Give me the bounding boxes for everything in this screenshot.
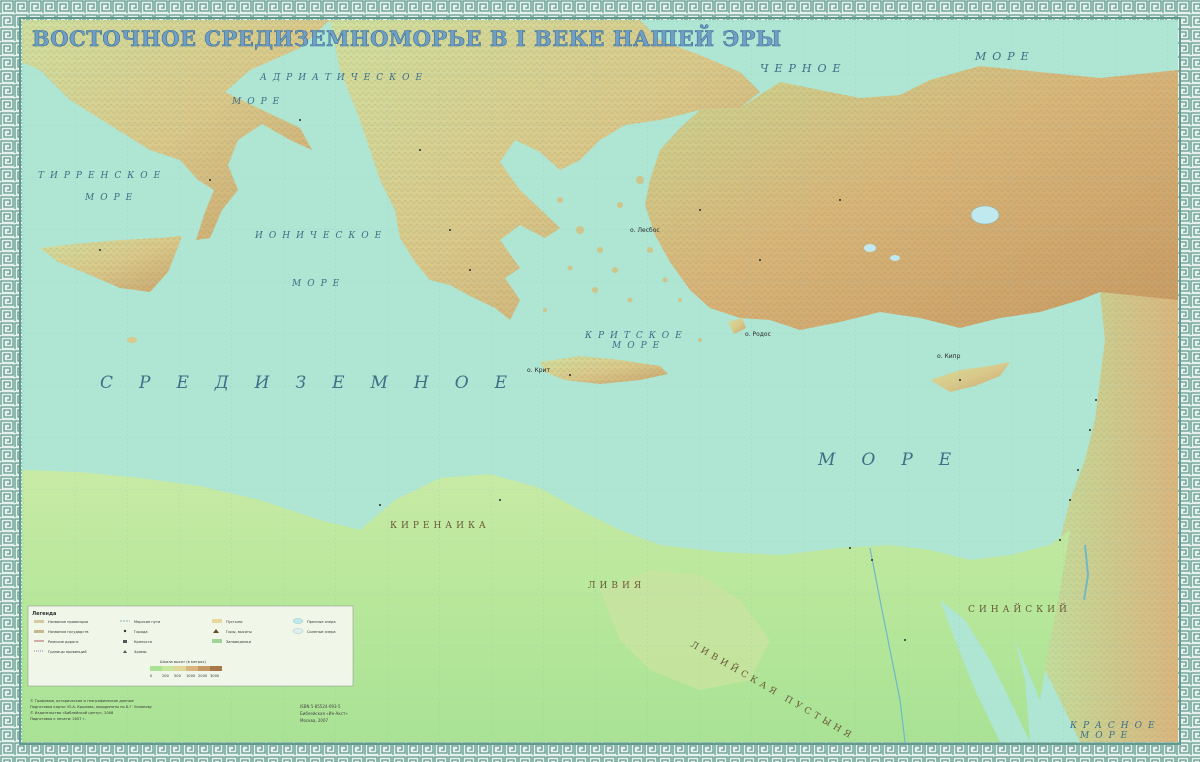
legend-item: Храмы — [134, 650, 147, 654]
credit-line: © Трофимов, исторические и географически… — [30, 699, 134, 703]
black-sea-label-more: МОРЕ — [974, 50, 1035, 63]
publisher-line: ISBN 5-85524-093-5 — [300, 704, 341, 709]
ionian-sea-label: ИОНИЧЕСКОЕ — [254, 231, 387, 241]
adriatic-sea-label: АДРИАТИЧЕСКОЕ — [259, 73, 428, 83]
elevation-scale-label: Шкала высот (в метрах) — [160, 660, 207, 664]
map-title: ВОСТОЧНОЕ СРЕДИЗЕМНОМОРЬЕ В I ВЕКЕ НАШЕЙ… — [32, 25, 782, 51]
red-sea-label-more: МОРЕ — [1079, 731, 1133, 741]
libya-label: ЛИВИЯ — [588, 581, 645, 591]
publisher-line: Библейская «Ин-Акст» — [300, 711, 348, 716]
legend-item: Горы, высоты — [226, 630, 252, 634]
ionian-sea-label-more: МОРЕ — [291, 279, 345, 289]
legend-item: Пустыни — [226, 620, 243, 624]
legend-item: Морские пути — [134, 620, 161, 624]
credit-line: Подготовка к печати: 2007 г. — [30, 717, 86, 721]
cretan-sea-label: КРИТСКОЕ — [584, 331, 688, 341]
mediterranean-sea-label: СРЕДИЗЕМНОЕ — [100, 373, 533, 393]
credit-line: Подготовка карты: Ю.А. Крылова, координа… — [30, 705, 153, 709]
legend-item: Римские дороги — [48, 640, 79, 644]
legend-item: Названия государств — [48, 630, 88, 634]
tyrrhenian-sea-label-more: МОРЕ — [84, 193, 138, 203]
cretan-sea-label-more: МОРЕ — [611, 341, 665, 351]
red-sea-label: КРАСНОЕ — [1069, 721, 1161, 731]
scale-tick: 200 — [162, 674, 170, 678]
sinai-label: СИНАЙСКИЙ — [968, 603, 1071, 615]
mediterranean-sea-label-more: МОРЕ — [817, 450, 977, 470]
scale-tick: 2000 — [198, 674, 208, 678]
scale-tick: 1000 — [186, 674, 196, 678]
scale-tick: 3000 — [210, 674, 220, 678]
legend-item: Пресные озера — [307, 620, 336, 624]
tyrrhenian-sea-label: ТИРРЕНСКОЕ — [38, 171, 166, 181]
map-canvas: АДРИАТИЧЕСКОЕ МОРЕ ЧЕРНОЕ МОРЕ ТИРРЕНСКО… — [0, 0, 1200, 762]
black-sea-label: ЧЕРНОЕ — [760, 62, 847, 75]
legend-item: Название провинции — [48, 620, 89, 624]
credit-line: © Издательство «Библейский центр», 2008 — [30, 711, 114, 715]
cyrenaica-label: КИРЕНАИКА — [390, 521, 490, 531]
cyprus-label: о. Кипр — [937, 353, 961, 360]
legend-item: Соленые озера — [307, 630, 336, 634]
lesbos-label: о. Лесбос — [630, 227, 660, 234]
legend-heading: Легенда — [32, 611, 56, 617]
scale-tick: 500 — [174, 674, 182, 678]
legend-box: Легенда Название провинции Названия госу… — [27, 605, 354, 687]
adriatic-sea-label-more: МОРЕ — [231, 97, 285, 107]
legend-item: Границы провинций — [48, 650, 87, 654]
legend-item: Заповедники — [226, 640, 252, 644]
crete-label: о. Крит — [527, 367, 550, 374]
legend-item: Города — [134, 630, 148, 634]
rhodes-label: о. Родос — [745, 331, 771, 338]
publisher-line: Москва, 2007 — [300, 718, 329, 723]
legend-item: Крепости — [134, 640, 153, 644]
